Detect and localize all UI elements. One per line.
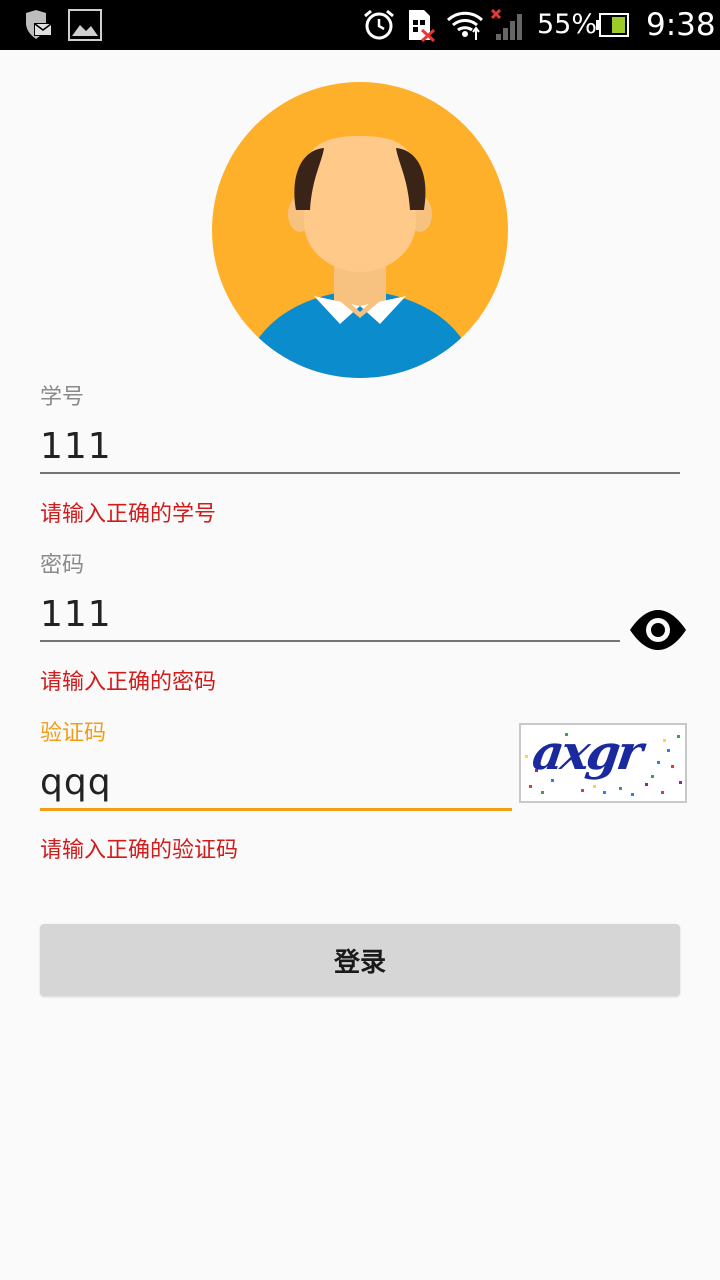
eye-icon[interactable]	[628, 607, 688, 653]
battery-icon	[596, 13, 629, 37]
captcha-image[interactable]: axgr	[519, 723, 687, 803]
status-bar: 55% 9:38	[0, 0, 720, 50]
captcha-text: axgr	[529, 725, 644, 781]
signal-icon	[490, 8, 522, 40]
image-icon	[68, 9, 102, 41]
shield-mail-icon	[26, 10, 52, 39]
student-id-underline	[40, 472, 680, 474]
student-id-input[interactable]	[40, 424, 680, 468]
sim-error-icon	[409, 10, 436, 42]
alarm-icon	[364, 9, 394, 40]
wifi-icon	[446, 11, 484, 40]
student-id-error: 请输入正确的学号	[40, 502, 217, 527]
login-button[interactable]: 登录	[40, 924, 680, 996]
captcha-underline	[40, 808, 512, 811]
captcha-input[interactable]	[40, 760, 510, 804]
captcha-error: 请输入正确的验证码	[40, 838, 239, 863]
student-id-label: 学号	[40, 385, 85, 410]
user-avatar-icon	[212, 82, 508, 378]
captcha-label: 验证码	[40, 721, 107, 746]
clock-time: 9:38	[646, 7, 716, 43]
password-underline	[40, 640, 620, 642]
password-error: 请输入正确的密码	[40, 670, 217, 695]
password-label: 密码	[40, 553, 85, 578]
password-input[interactable]	[40, 592, 620, 636]
battery-percent: 55%	[537, 9, 598, 40]
